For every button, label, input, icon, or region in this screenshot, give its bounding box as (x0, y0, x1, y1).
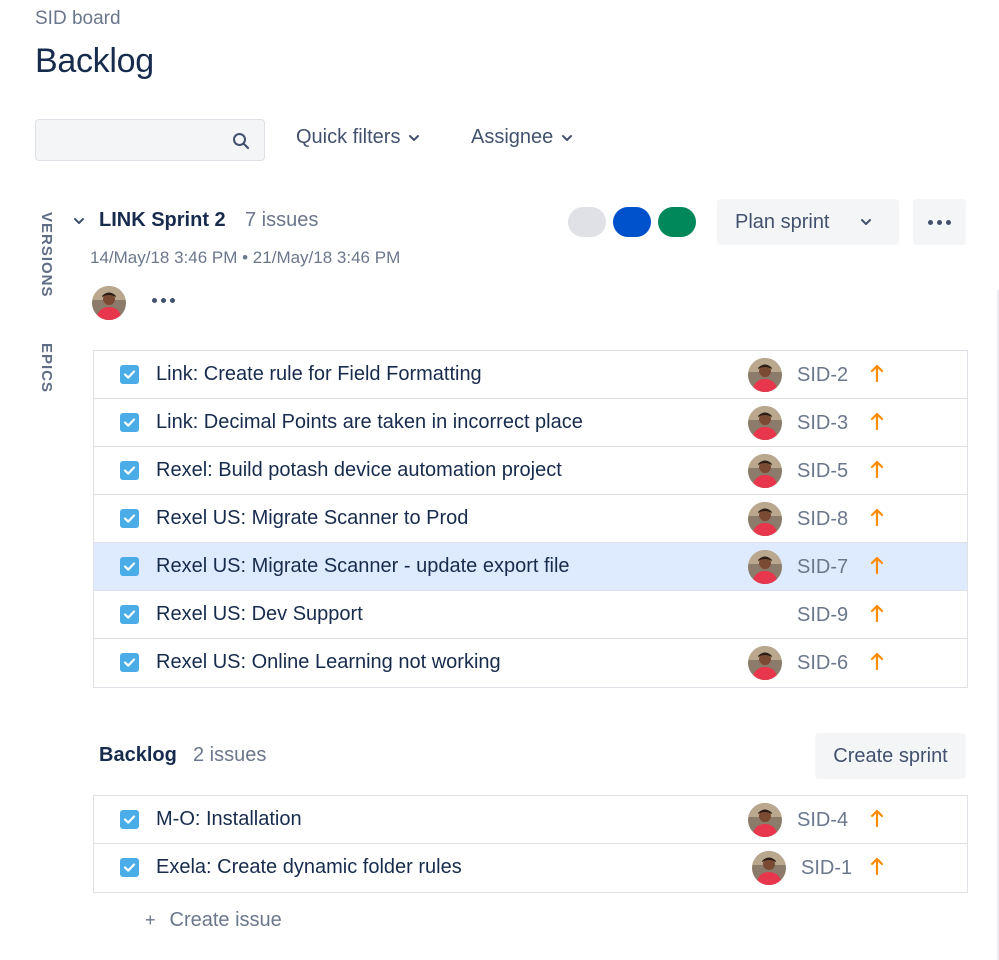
avatar[interactable] (748, 550, 782, 584)
plan-sprint-label: Plan sprint (735, 210, 830, 233)
checkbox-task-icon (120, 858, 139, 877)
issue-row[interactable]: Link: Create rule for Field Formatting S… (94, 351, 967, 399)
chevron-down-icon (860, 219, 871, 225)
sprint-participants-more-icon[interactable] (152, 298, 175, 303)
sprint-issue-count: 7 issues (245, 209, 319, 231)
priority-high-arrow-icon (870, 604, 884, 623)
quick-filters-label: Quick filters (296, 126, 401, 148)
issue-summary[interactable]: Link: Decimal Points are taken in incorr… (156, 411, 583, 434)
sprint-dates: 14/May/18 3:46 PM • 21/May/18 3:46 PM (90, 248, 401, 267)
create-sprint-button[interactable]: Create sprint (815, 733, 966, 779)
issue-row[interactable]: Link: Decimal Points are taken in incorr… (94, 399, 967, 447)
issue-key[interactable]: SID-7 (797, 556, 848, 579)
issue-row[interactable]: Rexel US: Migrate Scanner - update expor… (94, 543, 967, 591)
priority-high-arrow-icon (870, 652, 884, 671)
avatar[interactable] (748, 502, 782, 536)
issue-summary[interactable]: Rexel US: Migrate Scanner to Prod (156, 507, 468, 530)
checkbox-task-icon (120, 509, 139, 528)
issue-summary[interactable]: M-O: Installation (156, 808, 302, 831)
issue-row[interactable]: Rexel US: Online Learning not working SI… (94, 639, 967, 687)
backlog-issue-count: 2 issues (193, 744, 267, 766)
issue-key[interactable]: SID-9 (797, 604, 848, 627)
issue-row[interactable]: Rexel US: Migrate Scanner to Prod SID-8 (94, 495, 967, 543)
sprint-more-button[interactable] (913, 199, 966, 245)
avatar[interactable] (748, 406, 782, 440)
status-pill-in-progress (613, 207, 651, 237)
issue-key[interactable]: SID-1 (801, 857, 852, 880)
issue-key[interactable]: SID-3 (797, 412, 848, 435)
checkbox-task-icon (120, 810, 139, 829)
issue-key[interactable]: SID-2 (797, 364, 848, 387)
avatar[interactable] (748, 803, 782, 837)
checkbox-task-icon (120, 605, 139, 624)
search-input[interactable] (44, 126, 228, 156)
issue-key[interactable]: SID-6 (797, 652, 848, 675)
issue-key[interactable]: SID-5 (797, 460, 848, 483)
versions-tab[interactable]: VERSIONS (38, 212, 55, 298)
avatar[interactable] (748, 454, 782, 488)
epics-tab[interactable]: EPICS (38, 343, 55, 393)
checkbox-task-icon (120, 413, 139, 432)
plus-icon: + (145, 910, 156, 930)
priority-high-arrow-icon (870, 508, 884, 527)
checkbox-task-icon (120, 461, 139, 480)
priority-high-arrow-icon (870, 556, 884, 575)
issue-row[interactable]: Exela: Create dynamic folder rules SID-1 (94, 844, 967, 892)
issue-summary[interactable]: Rexel US: Dev Support (156, 603, 363, 626)
avatar[interactable] (92, 286, 126, 320)
issue-row[interactable]: Rexel: Build potash device automation pr… (94, 447, 967, 495)
page-title: Backlog (35, 42, 154, 80)
more-icon (928, 219, 951, 225)
sprint-name: LINK Sprint 2 (99, 209, 226, 231)
create-sprint-label: Create sprint (833, 744, 948, 767)
priority-high-arrow-icon (870, 460, 884, 479)
issue-key[interactable]: SID-8 (797, 508, 848, 531)
avatar[interactable] (748, 646, 782, 680)
backlog-issue-list: M-O: Installation SID-4 Exela: Create dy… (93, 795, 968, 893)
status-pill-done (658, 207, 696, 237)
issue-key[interactable]: SID-4 (797, 809, 848, 832)
issue-summary[interactable]: Rexel US: Migrate Scanner - update expor… (156, 555, 570, 578)
checkbox-task-icon (120, 653, 139, 672)
sprint-collapse-chevron-icon[interactable] (72, 214, 86, 228)
issue-summary[interactable]: Rexel US: Online Learning not working (156, 651, 501, 674)
status-pill-todo (568, 207, 606, 237)
create-issue-label: Create issue (169, 909, 282, 931)
issue-row[interactable]: Rexel US: Dev Support SID-9 (94, 591, 967, 639)
backlog-title: Backlog (99, 744, 177, 766)
assignee-dropdown[interactable]: Assignee (471, 126, 573, 149)
priority-high-arrow-icon (870, 857, 884, 876)
priority-high-arrow-icon (870, 809, 884, 828)
issue-summary[interactable]: Rexel: Build potash device automation pr… (156, 459, 562, 482)
issue-summary[interactable]: Link: Create rule for Field Formatting (156, 363, 482, 386)
issue-summary[interactable]: Exela: Create dynamic folder rules (156, 856, 462, 879)
plan-sprint-button[interactable]: Plan sprint (717, 199, 899, 245)
issue-row[interactable]: M-O: Installation SID-4 (94, 796, 967, 844)
chevron-down-icon (562, 134, 573, 141)
priority-high-arrow-icon (870, 364, 884, 383)
create-issue-button[interactable]: + Create issue (145, 909, 282, 932)
breadcrumb[interactable]: SID board (35, 8, 121, 30)
avatar[interactable] (752, 851, 786, 885)
checkbox-task-icon (120, 557, 139, 576)
checkbox-task-icon (120, 365, 139, 384)
search-icon[interactable] (232, 132, 250, 150)
avatar[interactable] (748, 358, 782, 392)
search-box[interactable] (35, 119, 265, 161)
quick-filters-dropdown[interactable]: Quick filters (296, 126, 420, 149)
priority-high-arrow-icon (870, 412, 884, 431)
assignee-label: Assignee (471, 126, 554, 148)
sprint-issue-list: Link: Create rule for Field Formatting S… (93, 350, 968, 688)
chevron-down-icon (409, 134, 420, 141)
